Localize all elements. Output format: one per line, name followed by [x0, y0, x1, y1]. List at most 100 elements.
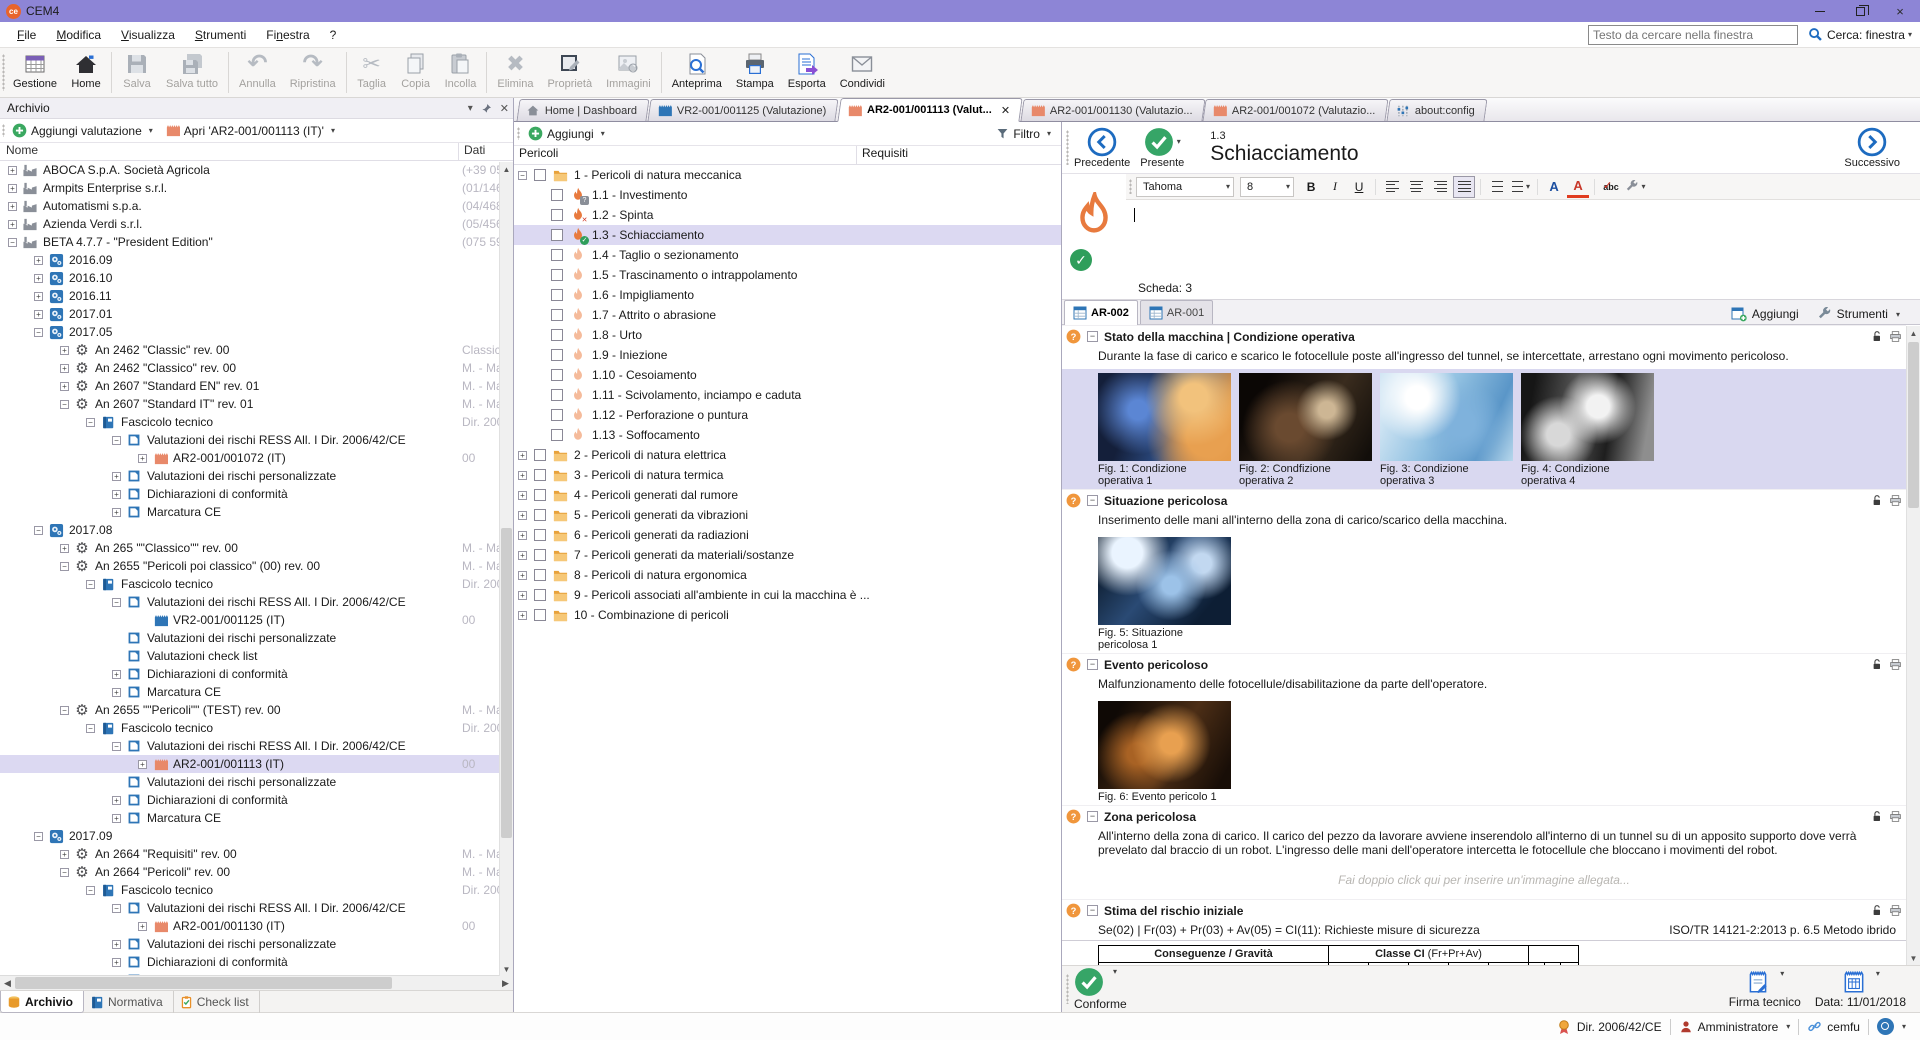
scroll-down-icon[interactable]: ▼ — [1907, 951, 1920, 965]
tree-expander[interactable]: + — [112, 958, 121, 967]
tree-row[interactable]: +2016.10 — [0, 269, 513, 287]
figure[interactable]: Fig. 1: Condizione operativa 1 — [1098, 373, 1231, 487]
statusbar-company[interactable]: cemfu — [1799, 1013, 1868, 1040]
tree-row[interactable]: Valutazioni check list — [0, 647, 513, 665]
precedente-button[interactable]: Precedente — [1074, 127, 1130, 169]
tree-row[interactable]: −2017.05 — [0, 323, 513, 341]
tree-expander[interactable]: + — [112, 490, 121, 499]
statusbar-app-badge[interactable]: ▾ — [1869, 1013, 1914, 1040]
pericoli-hazard-row[interactable]: ✓1.3 - Schiacciamento — [514, 225, 1061, 245]
tree-row[interactable]: −Fascicolo tecnicoDir. 200 — [0, 719, 513, 737]
tree-expander[interactable]: − — [518, 171, 527, 180]
presente-button[interactable]: ▾ Presente — [1140, 127, 1184, 169]
conforme-button[interactable]: ▾ Conforme — [1074, 967, 1127, 1011]
firma-tecnico-button[interactable]: ▾ Firma tecnico — [1729, 969, 1801, 1009]
menu-file[interactable]: File — [8, 25, 45, 45]
strumenti-button[interactable]: Strumenti▾ — [1813, 305, 1904, 324]
tree-expander[interactable]: + — [8, 166, 17, 175]
doc-tab[interactable]: AR2-001/001113 (Valut...✕ — [837, 98, 1022, 122]
tree-row[interactable]: −Valutazioni dei rischi RESS All. I Dir.… — [0, 593, 513, 611]
tree-expander[interactable]: − — [60, 400, 69, 409]
pericoli-folder-row[interactable]: +7 - Pericoli generati da materiali/sost… — [514, 545, 1061, 565]
tree-row[interactable]: VR2-001/001125 (IT)00 — [0, 611, 513, 629]
tree-expander[interactable]: − — [86, 418, 95, 427]
pericoli-folder-row[interactable]: +4 - Pericoli generati dal rumore — [514, 485, 1061, 505]
tree-row[interactable]: +⚙An 2607 "Standard EN" rev. 01M. - Ma — [0, 377, 513, 395]
figure-image[interactable] — [1098, 701, 1231, 789]
checkbox[interactable] — [551, 209, 563, 221]
scroll-up-icon[interactable]: ▲ — [1907, 326, 1920, 340]
tree-expander[interactable]: − — [34, 526, 43, 535]
checkbox[interactable] — [551, 309, 563, 321]
tree-row[interactable]: −Valutazioni dei rischi RESS All. I Dir.… — [0, 737, 513, 755]
pericoli-hazard-row[interactable]: 1.12 - Perforazione o puntura — [514, 405, 1061, 425]
tree-expander[interactable]: − — [112, 904, 121, 913]
tree-row[interactable]: −⚙An 2655 ""Pericoli"" (TEST) rev. 00M. … — [0, 701, 513, 719]
tree-expander[interactable]: + — [112, 796, 121, 805]
vertical-scrollbar[interactable]: ▲ ▼ — [499, 162, 513, 976]
search-input[interactable] — [1588, 25, 1798, 45]
ribbon-gestione-button[interactable]: Gestione — [6, 48, 64, 97]
bullet-list-button[interactable] — [1486, 176, 1508, 198]
figure[interactable]: Fig. 5: Situazione pericolosa 1 — [1098, 537, 1231, 651]
vertical-scrollbar[interactable]: ▲ ▼ — [1906, 326, 1920, 965]
ribbon-stampa-button[interactable]: Stampa — [729, 48, 781, 97]
tree-expander[interactable]: + — [112, 688, 121, 697]
pericoli-folder-row[interactable]: +2 - Pericoli di natura elettrica — [514, 445, 1061, 465]
pericoli-hazard-row[interactable]: 1.4 - Taglio o sezionamento — [514, 245, 1061, 265]
tree-expander[interactable]: + — [518, 611, 527, 620]
tree-row[interactable]: −2017.09 — [0, 827, 513, 845]
pericoli-folder-row[interactable]: +3 - Pericoli di natura termica — [514, 465, 1061, 485]
pin-icon[interactable] — [481, 103, 492, 114]
tree-row[interactable]: +Dichiarazioni di conformità — [0, 485, 513, 503]
checkbox[interactable] — [551, 269, 563, 281]
tree-row[interactable]: +2017.01 — [0, 305, 513, 323]
pericoli-hazard-row[interactable]: 1.6 - Impigliamento — [514, 285, 1061, 305]
ribbon-anteprima-button[interactable]: Anteprima — [665, 48, 729, 97]
filter-button[interactable]: Filtro▾ — [992, 125, 1055, 143]
checkbox[interactable] — [534, 529, 546, 541]
pericoli-hazard-row[interactable]: 1.13 - Soffocamento — [514, 425, 1061, 445]
column-header-nome[interactable]: Nome — [0, 143, 459, 160]
tree-row[interactable]: −Fascicolo tecnicoDir. 200 — [0, 881, 513, 899]
pericoli-hazard-row[interactable]: ?1.1 - Investimento — [514, 185, 1061, 205]
scrollbar-thumb[interactable] — [1908, 342, 1919, 508]
collapse-icon[interactable]: − — [1087, 495, 1098, 506]
pericoli-folder-row[interactable]: +5 - Pericoli generati da vibrazioni — [514, 505, 1061, 525]
tree-row[interactable]: −Valutazioni dei rischi RESS All. I Dir.… — [0, 431, 513, 449]
horizontal-scrollbar[interactable]: ◀ ▶ — [0, 975, 513, 990]
tree-expander[interactable]: − — [112, 598, 121, 607]
tree-expander[interactable]: + — [138, 454, 147, 463]
image-drop-placeholder[interactable]: Fai doppio click qui per inserire un'imm… — [1062, 863, 1906, 899]
pericoli-hazard-row[interactable]: 1.5 - Trascinamento o intrappolamento — [514, 265, 1061, 285]
scroll-up-icon[interactable]: ▲ — [500, 162, 513, 176]
tree-expander[interactable]: + — [518, 531, 527, 540]
tree-row[interactable]: +2016.09 — [0, 251, 513, 269]
ribbon-salva-button[interactable]: Salva — [115, 48, 159, 97]
checkbox[interactable] — [534, 609, 546, 621]
collapse-icon[interactable]: − — [1087, 659, 1098, 670]
data-valutazione-button[interactable]: ▾ Data: 11/01/2018 — [1815, 969, 1906, 1009]
pericoli-folder-row[interactable]: +9 - Pericoli associati all'ambiente in … — [514, 585, 1061, 605]
align-left-button[interactable] — [1381, 176, 1403, 198]
bold-button[interactable]: B — [1300, 176, 1322, 198]
tree-expander[interactable]: + — [518, 491, 527, 500]
section-header[interactable]: ?−Stato della macchina | Condizione oper… — [1062, 325, 1906, 347]
tree-expander[interactable]: + — [34, 292, 43, 301]
tree-expander[interactable]: − — [86, 580, 95, 589]
tree-row[interactable]: −⚙An 2655 "Pericoli poi classico" (00) r… — [0, 557, 513, 575]
tree-expander[interactable]: + — [34, 310, 43, 319]
scroll-right-icon[interactable]: ▶ — [498, 978, 513, 989]
checkbox[interactable] — [551, 329, 563, 341]
checkbox[interactable] — [551, 389, 563, 401]
checkbox[interactable] — [551, 429, 563, 441]
menu-finestra[interactable]: Finestra — [257, 25, 318, 45]
pericoli-folder-row[interactable]: −1 - Pericoli di natura meccanica — [514, 165, 1061, 185]
tree-row[interactable]: −⚙An 2664 "Pericoli" rev. 00M. - Ma — [0, 863, 513, 881]
menu-?[interactable]: ? — [321, 25, 346, 45]
doc-tab[interactable]: Home | Dashboard — [516, 99, 649, 121]
ribbon-esporta-button[interactable]: Esporta — [781, 48, 833, 97]
successivo-button[interactable]: Successivo — [1844, 127, 1900, 169]
tree-expander[interactable]: − — [60, 868, 69, 877]
tree-row[interactable]: −⚙An 2607 "Standard IT" rev. 01M. - Ma — [0, 395, 513, 413]
